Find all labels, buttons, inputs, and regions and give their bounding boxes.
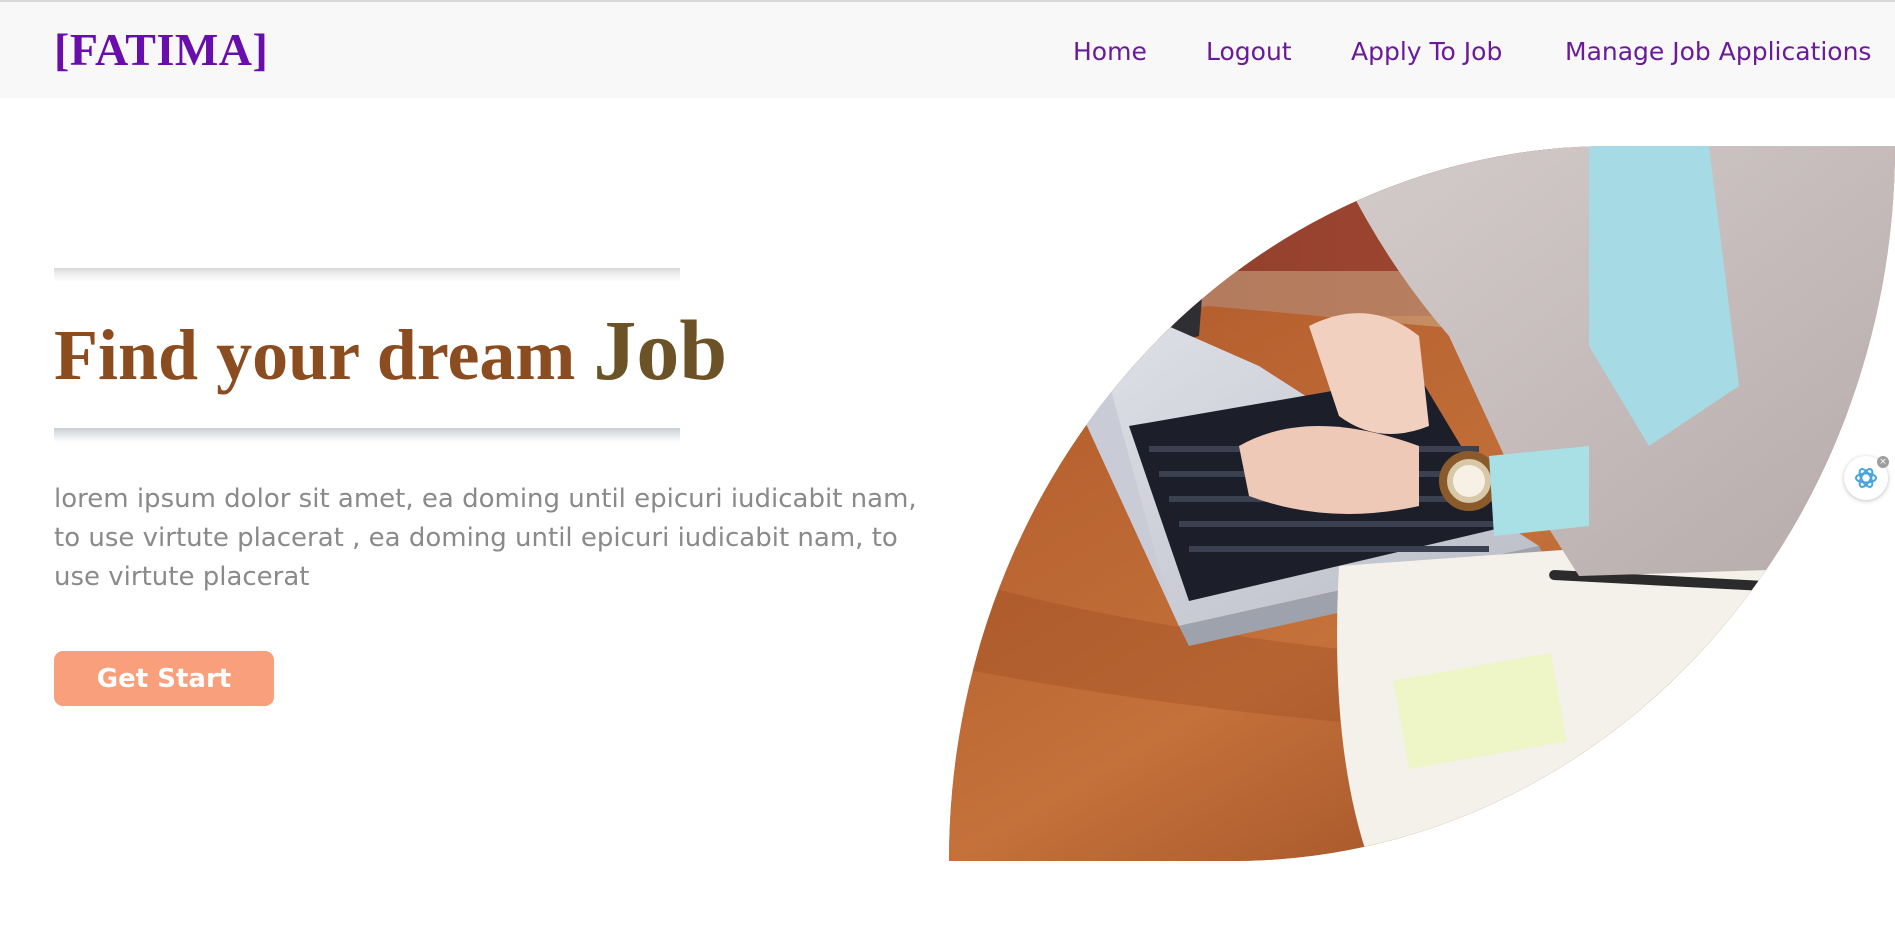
nav-link-home[interactable]: Home	[1073, 36, 1147, 68]
navbar: [FATIMA] Home Logout Apply To Job Manage…	[0, 2, 1895, 98]
hero-title-part1: Find your dream	[54, 315, 594, 395]
get-start-button[interactable]: Get Start	[54, 651, 274, 706]
hero-image	[949, 146, 1895, 861]
title-divider-top	[54, 268, 680, 282]
close-icon[interactable]: ×	[1877, 456, 1889, 468]
hero-title: Find your dream Job	[54, 300, 727, 400]
hero-description: lorem ipsum dolor sit amet, ea doming un…	[54, 484, 917, 592]
title-divider-bottom	[54, 428, 680, 442]
nav-link-apply-to-job[interactable]: Apply To Job	[1351, 36, 1502, 68]
nav-link-manage-job-applications[interactable]: Manage Job Applications	[1565, 36, 1871, 68]
brand-logo[interactable]: [FATIMA]	[54, 24, 268, 76]
nav-link-logout[interactable]: Logout	[1206, 36, 1292, 68]
hero-title-part2: Job	[593, 302, 728, 398]
